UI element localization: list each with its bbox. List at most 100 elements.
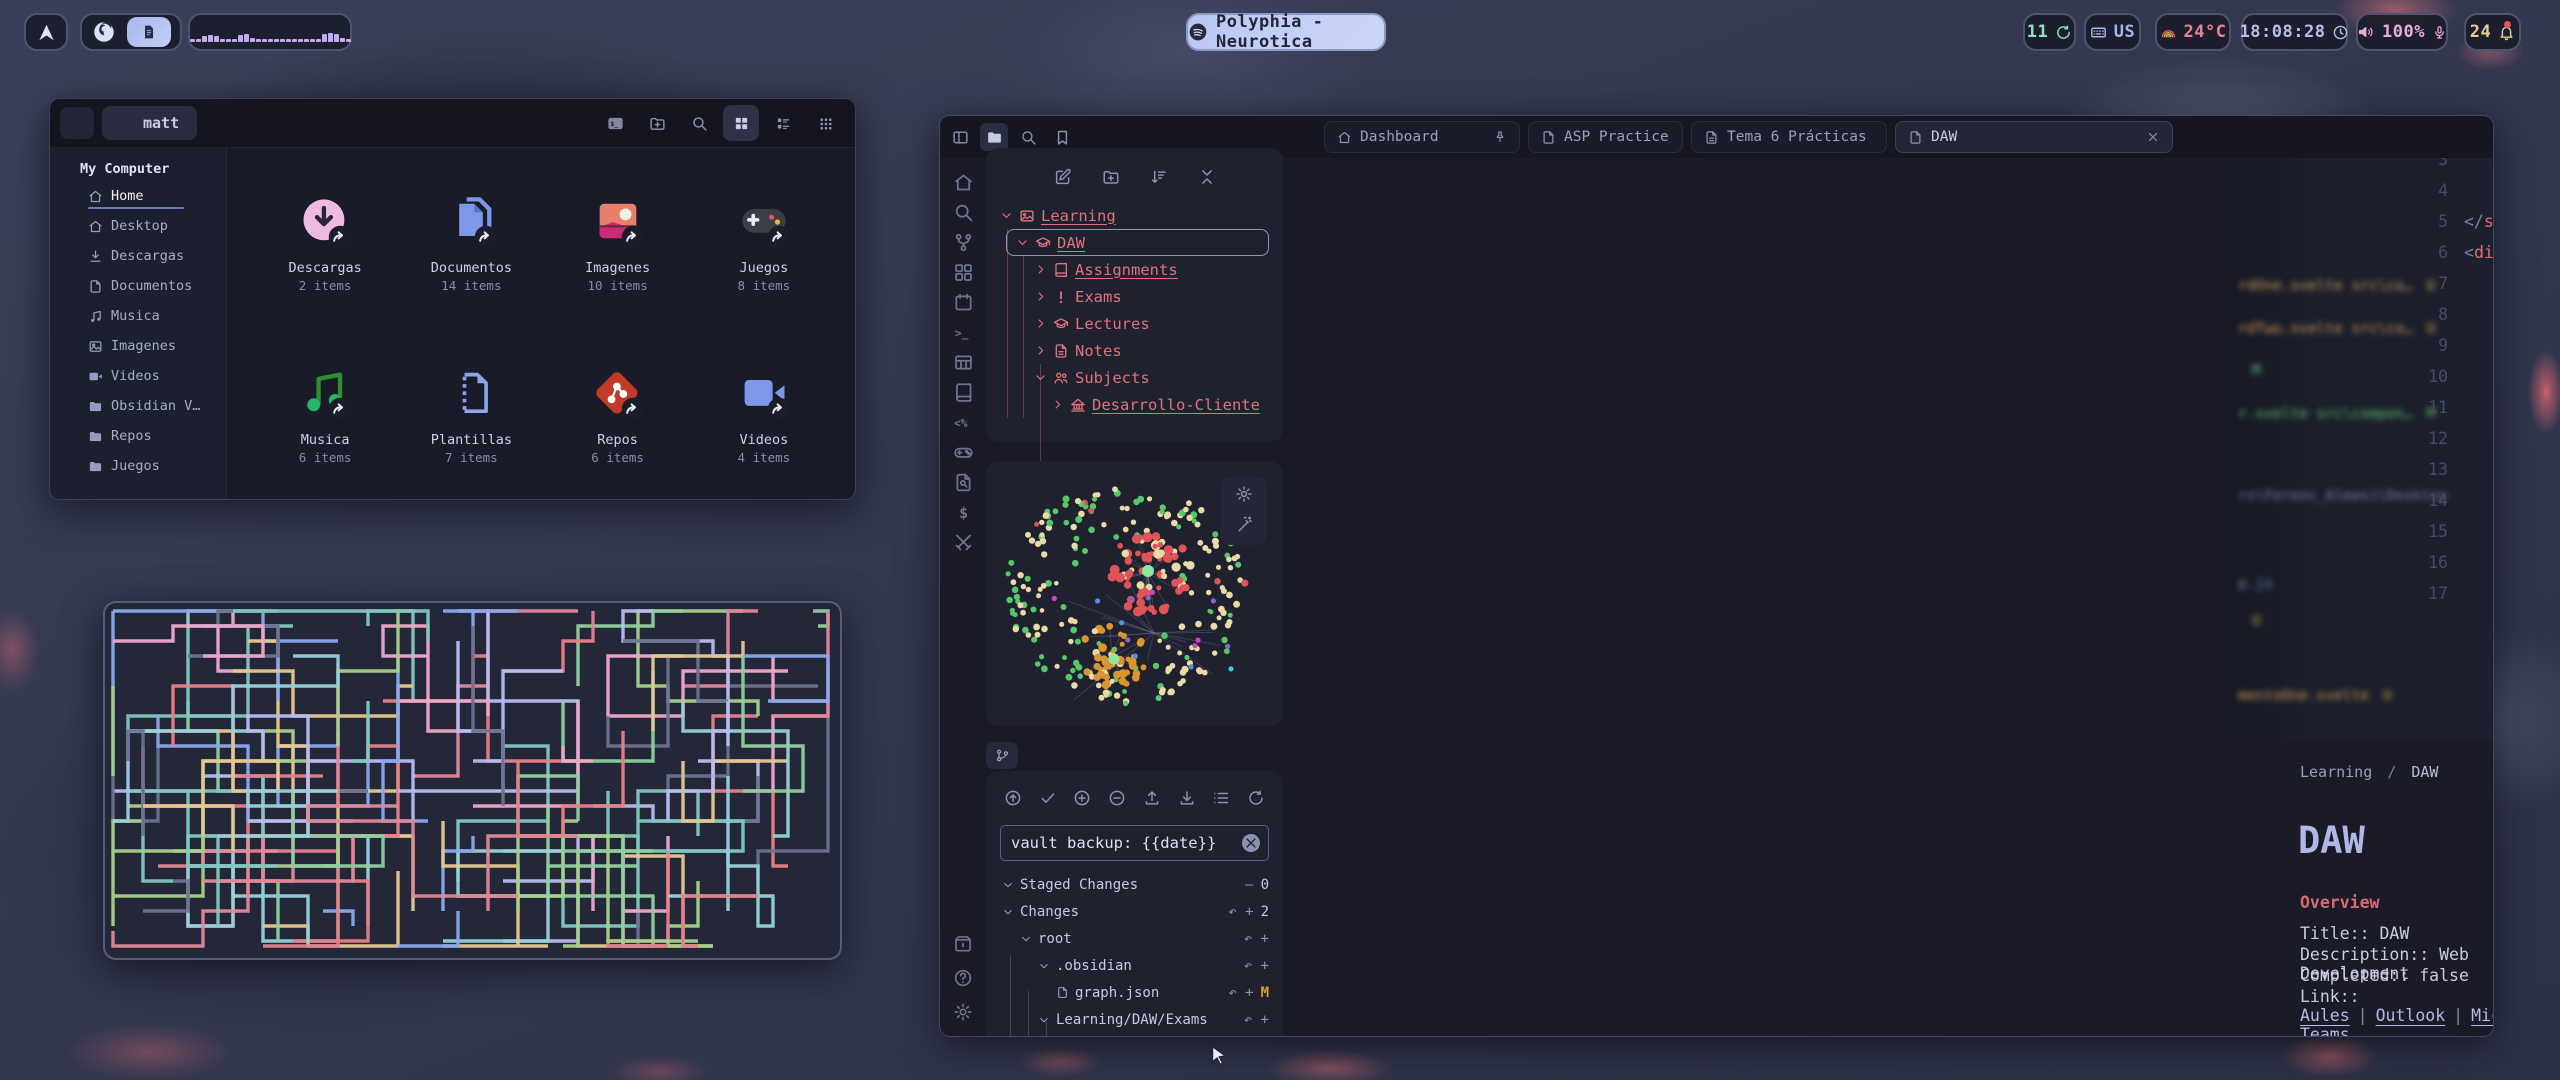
collapse-button[interactable] xyxy=(1198,168,1216,190)
tab-tema-6-pr-cticas-[interactable]: Tema 6 Prácticas -… xyxy=(1691,121,1887,153)
tab-asp-practice-6[interactable]: ASP Practice 6 xyxy=(1528,121,1683,153)
folder-nav-button[interactable] xyxy=(980,123,1008,151)
sidebar-item-musica[interactable]: Musica xyxy=(50,301,226,331)
git-row-root[interactable]: root↶ + xyxy=(986,925,1283,952)
tab-dashboard[interactable]: Dashboard xyxy=(1324,121,1520,153)
git-plus-circle-button[interactable] xyxy=(1073,789,1091,811)
link-outlook[interactable]: Outlook xyxy=(2376,1006,2446,1025)
git-list-button[interactable] xyxy=(1212,789,1230,811)
tree-item-desarrollo-cliente[interactable]: Desarrollo-Cliente xyxy=(986,391,1283,418)
vault-button[interactable] xyxy=(953,934,973,958)
sidebar-item-descargas[interactable]: Descargas xyxy=(50,241,226,271)
terminal-dollar-tool[interactable]: $_ xyxy=(597,105,633,141)
gamepad-ribbon-button[interactable] xyxy=(953,442,974,463)
tab-list-button[interactable] xyxy=(2432,123,2460,151)
launcher-button[interactable] xyxy=(24,13,68,51)
folder-item-imagenes[interactable]: Imagenes10 items xyxy=(545,157,691,329)
home-ribbon-button[interactable] xyxy=(953,172,974,193)
git-minus-circle-button[interactable] xyxy=(1108,789,1126,811)
git-row-actions[interactable]: ↶ + xyxy=(1244,958,1269,974)
git-download-tray-button[interactable] xyxy=(1178,789,1196,811)
active-workspace[interactable] xyxy=(127,17,171,47)
weather-module[interactable]: 24°C xyxy=(2155,13,2231,51)
tree-item-subjects[interactable]: Subjects xyxy=(986,364,1283,391)
search-tool[interactable] xyxy=(681,105,717,141)
sidebar-left-nav-button[interactable] xyxy=(946,123,974,151)
gear-button[interactable] xyxy=(953,1002,973,1026)
git-refresh-button[interactable] xyxy=(1247,789,1265,811)
workspaces-module[interactable] xyxy=(80,13,182,51)
git-row-changes[interactable]: Changes↶ +2 xyxy=(986,898,1283,925)
git-tab-chip[interactable] xyxy=(986,742,1018,769)
compact-view-tool[interactable] xyxy=(807,105,843,141)
folder-plus-tool[interactable] xyxy=(639,105,675,141)
git-row-actions[interactable]: ↶ + xyxy=(1228,985,1253,1001)
link-aules[interactable]: Aules xyxy=(2300,1006,2350,1025)
folder-item-repos[interactable]: Repos6 items xyxy=(545,329,691,500)
location-breadcrumb[interactable]: matt xyxy=(102,106,197,140)
terminal-ribbon-button[interactable]: >_ xyxy=(953,322,974,343)
table-ribbon-button[interactable] xyxy=(953,352,974,373)
toggle-right-sidebar-button[interactable] xyxy=(2463,123,2491,151)
close-tab-icon[interactable] xyxy=(2146,130,2160,144)
book-ribbon-button[interactable] xyxy=(953,382,974,403)
firefox-icon[interactable] xyxy=(91,19,117,45)
tree-item-notes[interactable]: Notes xyxy=(986,337,1283,364)
tree-item-learning[interactable]: Learning xyxy=(986,202,1283,229)
git-fork-ribbon-button[interactable] xyxy=(953,232,974,253)
sidebar-item-obsidian-v-[interactable]: Obsidian V… xyxy=(50,391,226,421)
new-note-button[interactable] xyxy=(1054,168,1072,190)
git-row-actions[interactable]: — xyxy=(1245,877,1253,893)
calendar-ribbon-button[interactable] xyxy=(953,292,974,313)
search-ribbon-button[interactable] xyxy=(953,202,974,223)
graph-gear-button[interactable] xyxy=(1235,485,1253,507)
search-nav-button[interactable] xyxy=(1014,123,1042,151)
tree-item-lectures[interactable]: Lectures xyxy=(986,310,1283,337)
graph-wand-button[interactable] xyxy=(1235,515,1253,537)
volume-module[interactable]: 100% xyxy=(2356,13,2448,51)
note-breadcrumb[interactable]: Learning / DAW xyxy=(2300,763,2438,781)
swords-ribbon-button[interactable] xyxy=(953,532,974,553)
tree-item-daw[interactable]: DAW xyxy=(986,229,1283,256)
git-row-graph-json[interactable]: graph.json↶ +M xyxy=(986,979,1283,1006)
sidebar-item-repos[interactable]: Repos xyxy=(50,421,226,451)
git-row-learning-daw-exams[interactable]: Learning/DAW/Exams↶ + xyxy=(986,1006,1283,1033)
tree-item-exams[interactable]: Exams xyxy=(986,283,1283,310)
sidebar-group-header[interactable]: My Computer xyxy=(50,147,226,181)
sidebar-item-documentos[interactable]: Documentos xyxy=(50,271,226,301)
sort-button[interactable] xyxy=(1150,168,1168,190)
layout-grid-ribbon-button[interactable] xyxy=(953,262,974,283)
tab-daw[interactable]: DAW xyxy=(1895,121,2173,153)
sidebar-item-juegos[interactable]: Juegos xyxy=(50,451,226,481)
folder-item-juegos[interactable]: Juegos8 items xyxy=(691,157,837,329)
tree-item-assignments[interactable]: Assignments xyxy=(986,256,1283,283)
git-row-actions[interactable]: ↶ + xyxy=(1244,931,1269,947)
bookmark-nav-button[interactable] xyxy=(1048,123,1076,151)
help-button[interactable] xyxy=(953,968,973,992)
clock-module[interactable]: 18:08:28 xyxy=(2241,13,2348,51)
git-row-staged-changes[interactable]: Staged Changes—0 xyxy=(986,871,1283,898)
folder-plus-button[interactable] xyxy=(1102,168,1120,190)
folder-item-descargas[interactable]: Descargas2 items xyxy=(252,157,398,329)
pin-icon[interactable] xyxy=(1493,130,1507,144)
sidebar-item-imagenes[interactable]: Imagenes xyxy=(50,331,226,361)
grid-view-tool[interactable] xyxy=(723,105,759,141)
folder-item-videos[interactable]: Videos4 items xyxy=(691,329,837,500)
updates-module[interactable]: 11 xyxy=(2023,13,2076,51)
sidebar-item-videos[interactable]: Videos xyxy=(50,361,226,391)
git-check-button[interactable] xyxy=(1039,789,1057,811)
media-player-module[interactable]: Polyphia - Neurotica xyxy=(1186,13,1386,51)
git-upload-button[interactable] xyxy=(1143,789,1161,811)
sidebar-item-desktop[interactable]: Desktop xyxy=(50,211,226,241)
folder-item-musica[interactable]: Musica6 items xyxy=(252,329,398,500)
keyboard-layout-module[interactable]: US xyxy=(2084,13,2141,51)
list-view-tool[interactable] xyxy=(765,105,801,141)
clear-input-button[interactable] xyxy=(1242,834,1260,852)
back-button[interactable] xyxy=(60,107,94,139)
notifications-module[interactable]: 24 xyxy=(2464,13,2521,51)
folder-item-plantillas[interactable]: Plantillas7 items xyxy=(398,329,544,500)
file-search-ribbon-button[interactable] xyxy=(953,472,974,493)
new-tab-button[interactable] xyxy=(2198,123,2226,151)
git-arrow-up-circle-button[interactable] xyxy=(1004,789,1022,811)
commit-message-input[interactable] xyxy=(1001,834,1234,852)
